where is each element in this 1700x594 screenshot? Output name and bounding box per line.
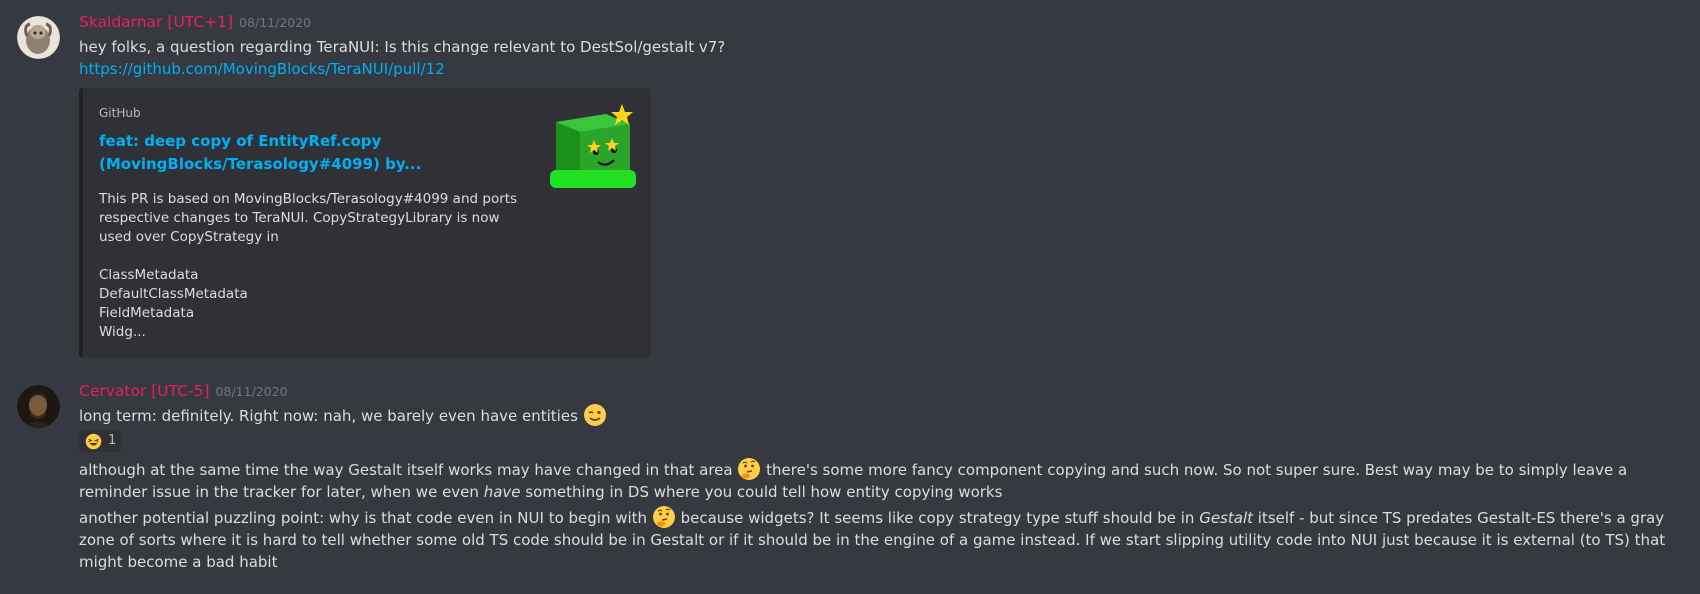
embed-title[interactable]: feat: deep copy of EntityRef.copy (Movin… [99,130,519,176]
message-text-segment: something in DS where you could tell how… [520,483,1003,501]
author-name[interactable]: Skaldarnar [UTC+1] [79,13,233,31]
message-text: another potential puzzling point: why is… [79,505,1679,573]
embed-description: This PR is based on MovingBlocks/Terasol… [99,191,518,340]
laughing-emoji-icon [85,433,102,450]
thinking-emoji-icon[interactable] [737,457,761,481]
message-text-segment: although at the same time the way Gestal… [79,461,733,479]
embed-thumbnail[interactable] [548,102,638,192]
emphasis-text: Gestalt [1199,509,1253,527]
timestamp: 08/11/2020 [215,384,288,399]
emphasis-text: have [483,483,521,501]
message-text: although at the same time the way Gestal… [79,457,1679,503]
message-text-segment: another potential puzzling point: why is… [79,509,648,527]
avatar[interactable] [17,385,60,428]
message-text-segment: long term: definitely. Right now: nah, w… [79,407,578,425]
github-embed: GitHub feat: deep copy of EntityRef.copy… [79,88,651,358]
message-text: long term: definitely. Right now: nah, w… [79,403,1690,427]
reaction-laughing[interactable]: 1 [79,430,123,452]
avatar[interactable] [17,16,60,59]
message-text-segment: because widgets? It seems like copy stra… [675,509,1200,527]
embed-provider[interactable]: GitHub [99,102,141,124]
reaction-count: 1 [108,433,117,448]
message-link[interactable]: https://github.com/MovingBlocks/TeraNUI/… [79,60,445,78]
message-header: Cervator [UTC-5] 08/11/2020 [79,380,1690,402]
author-name[interactable]: Cervator [UTC-5] [79,382,210,400]
message-text: hey folks, a question regarding TeraNUI:… [79,38,726,56]
message-header: Skaldarnar [UTC+1] 08/11/2020 [79,11,1690,33]
thinking-emoji-icon[interactable] [652,505,676,529]
timestamp: 08/11/2020 [239,15,312,30]
wink-emoji-icon[interactable] [583,403,607,427]
